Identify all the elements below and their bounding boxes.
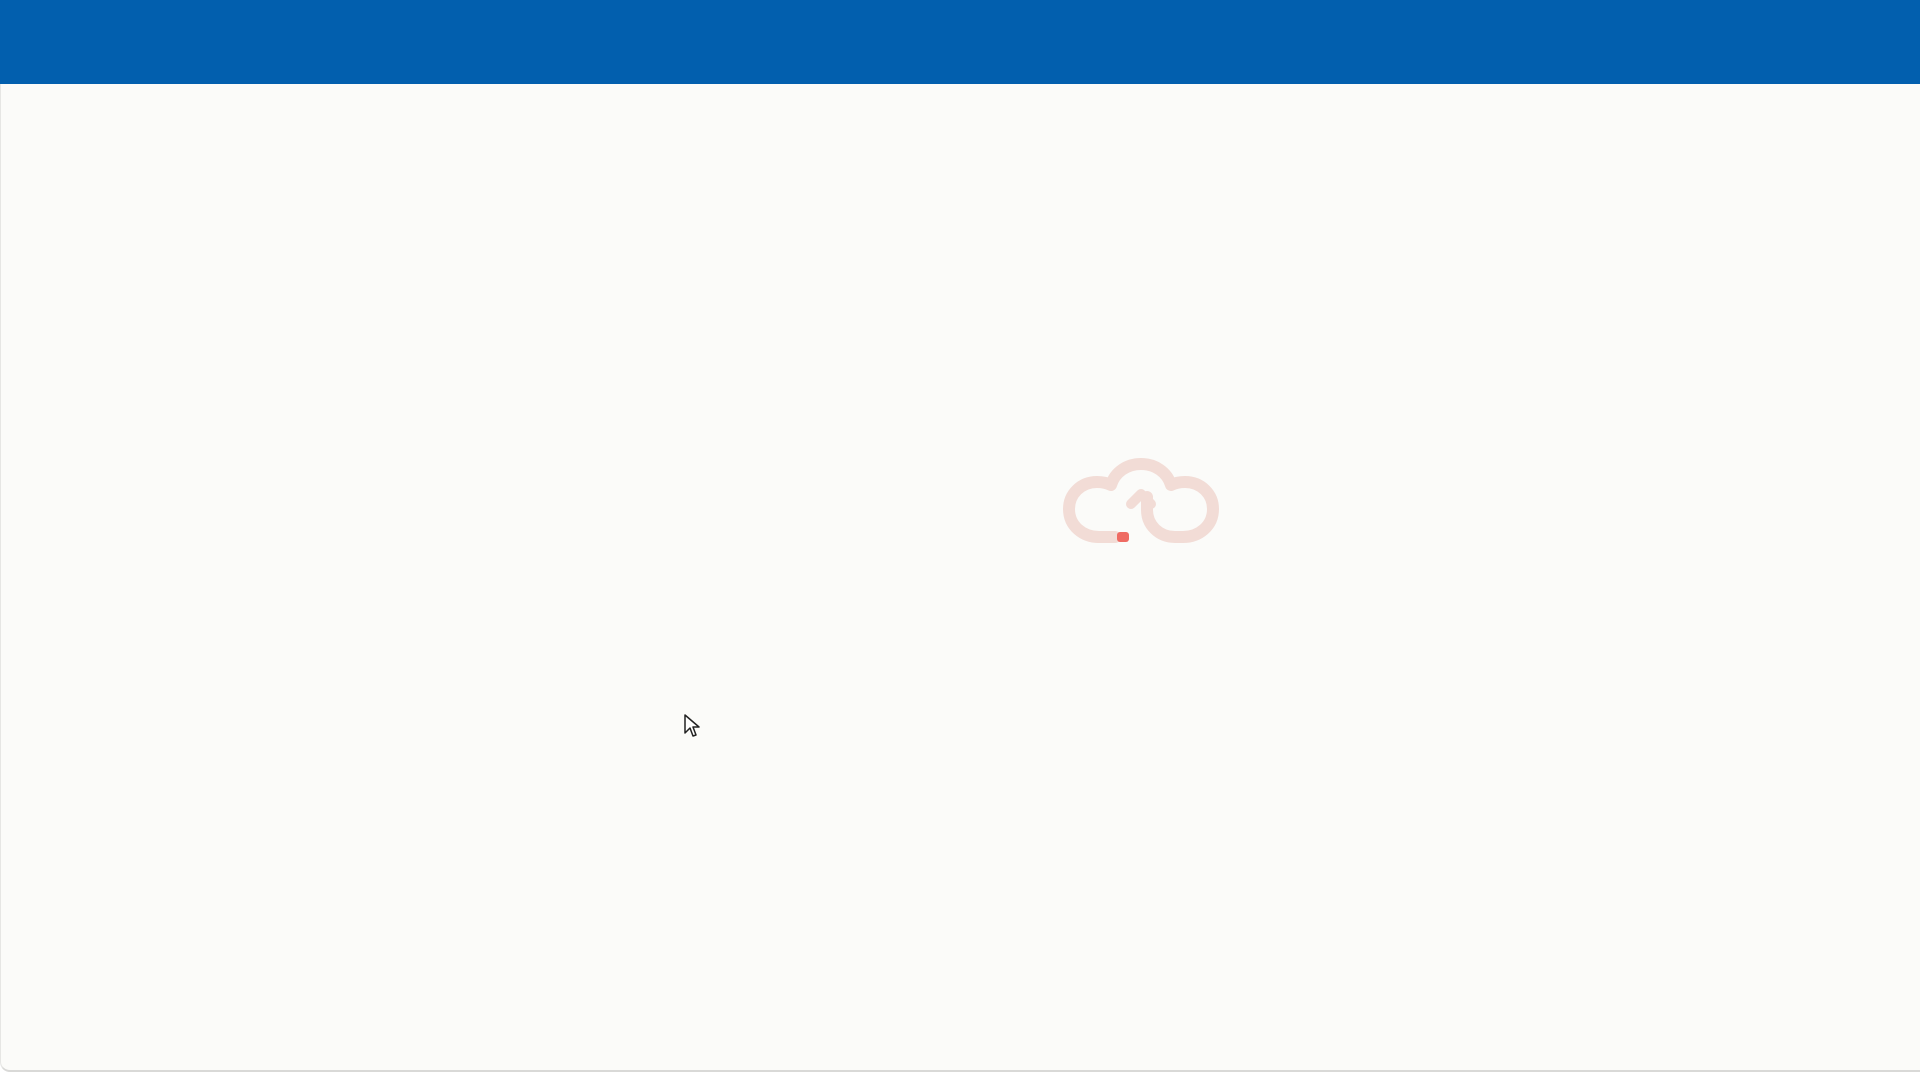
loading-indicator bbox=[1059, 442, 1223, 548]
cloud-upload-icon bbox=[1063, 458, 1219, 543]
mouse-pointer-icon bbox=[683, 713, 701, 739]
app-window bbox=[0, 0, 1920, 1080]
main-content-area bbox=[0, 84, 1920, 1072]
progress-dot bbox=[1117, 532, 1129, 542]
top-header-bar bbox=[0, 0, 1920, 84]
